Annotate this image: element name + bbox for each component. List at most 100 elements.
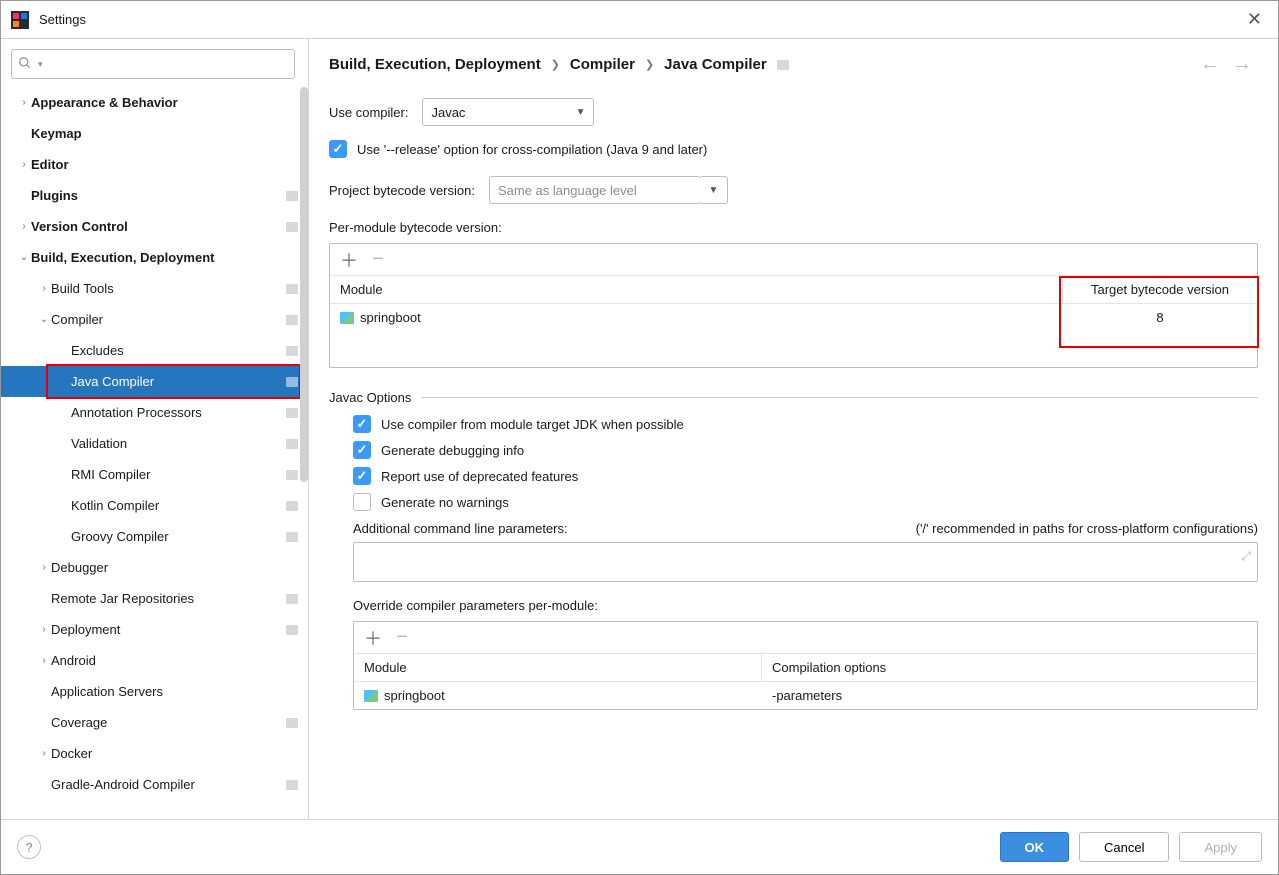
project-badge-icon — [286, 222, 298, 232]
use-compiler-label: Use compiler: — [329, 105, 408, 120]
project-badge-icon — [286, 625, 298, 635]
javac-options-title: Javac Options — [329, 390, 411, 405]
breadcrumb: Build, Execution, Deployment ❯ Compiler … — [309, 39, 1278, 86]
tree-item-keymap[interactable]: Keymap — [1, 118, 308, 149]
project-badge-icon — [286, 780, 298, 790]
tree-item-validation[interactable]: Validation — [1, 428, 308, 459]
tree-item-android[interactable]: ›Android — [1, 645, 308, 676]
tree-item-kotlin-compiler[interactable]: Kotlin Compiler — [1, 490, 308, 521]
tree-item-gradle-android-compiler[interactable]: Gradle-Android Compiler — [1, 769, 308, 800]
th-target: Target bytecode version — [1063, 276, 1257, 303]
chevron-right-icon: ❯ — [645, 58, 654, 71]
release-option-checkbox[interactable] — [329, 140, 347, 158]
tree-item-debugger[interactable]: ›Debugger — [1, 552, 308, 583]
crumb-1[interactable]: Compiler — [570, 56, 635, 73]
th-module: Module — [354, 654, 762, 681]
tree-item-compiler[interactable]: ⌄Compiler — [1, 304, 308, 335]
tree-item-remote-jar-repositories[interactable]: Remote Jar Repositories — [1, 583, 308, 614]
tree-item-rmi-compiler[interactable]: RMI Compiler — [1, 459, 308, 490]
chevron-down-icon: ▼ — [709, 185, 719, 196]
crumb-0[interactable]: Build, Execution, Deployment — [329, 56, 541, 73]
project-bytecode-select[interactable]: Same as language level — [489, 176, 701, 204]
project-badge-icon — [286, 594, 298, 604]
tree-item-application-servers[interactable]: Application Servers — [1, 676, 308, 707]
project-badge-icon — [286, 501, 298, 511]
project-badge-icon — [286, 284, 298, 294]
module-icon — [364, 690, 378, 702]
chevron-right-icon: › — [17, 159, 31, 170]
tree-item-groovy-compiler[interactable]: Groovy Compiler — [1, 521, 308, 552]
project-badge-icon — [286, 718, 298, 728]
tree-item-build-tools[interactable]: ›Build Tools — [1, 273, 308, 304]
cancel-button[interactable]: Cancel — [1079, 832, 1169, 862]
tree-item-build-execution-deployment[interactable]: ⌄Build, Execution, Deployment — [1, 242, 308, 273]
tree-item-java-compiler[interactable]: Java Compiler — [1, 366, 308, 397]
release-option-label: Use '--release' option for cross-compila… — [357, 142, 707, 157]
per-module-table: ＋ − Module Target bytecode version sprin… — [329, 243, 1258, 368]
chevron-right-icon: › — [37, 562, 51, 573]
project-badge-icon — [286, 408, 298, 418]
override-label: Override compiler parameters per-module: — [353, 598, 1258, 613]
chevron-right-icon: › — [37, 624, 51, 635]
forward-arrow-icon[interactable]: → — [1226, 53, 1258, 76]
scrollbar[interactable] — [300, 87, 308, 482]
opt-debug-checkbox[interactable] — [353, 441, 371, 459]
chevron-right-icon: › — [17, 221, 31, 232]
back-arrow-icon[interactable]: ← — [1194, 53, 1226, 76]
additional-params-input[interactable]: ⤢ — [353, 542, 1258, 582]
chevron-down-icon: ⌄ — [17, 252, 31, 263]
close-icon[interactable]: ✕ — [1241, 9, 1268, 30]
crumb-2: Java Compiler — [664, 56, 767, 73]
apply-button[interactable]: Apply — [1179, 832, 1262, 862]
tree-item-docker[interactable]: ›Docker — [1, 738, 308, 769]
tree-item-deployment[interactable]: ›Deployment — [1, 614, 308, 645]
footer: ? OK Cancel Apply — [1, 819, 1278, 874]
remove-button[interactable]: − — [372, 248, 384, 271]
table-row[interactable]: springboot -parameters — [354, 682, 1257, 709]
expand-icon[interactable]: ⤢ — [1241, 549, 1251, 564]
chevron-down-icon: ⌄ — [37, 314, 51, 325]
chevron-right-icon: › — [17, 97, 31, 108]
project-badge-icon — [286, 346, 298, 356]
search-input[interactable]: ▾ — [11, 49, 295, 79]
search-icon — [18, 56, 32, 73]
additional-params-label: Additional command line parameters: — [353, 521, 568, 536]
project-badge-icon — [286, 532, 298, 542]
chevron-right-icon: › — [37, 283, 51, 294]
module-icon — [340, 312, 354, 324]
project-badge-icon — [286, 439, 298, 449]
tree-item-annotation-processors[interactable]: Annotation Processors — [1, 397, 308, 428]
use-compiler-select[interactable]: Javac ▼ — [422, 98, 594, 126]
help-button[interactable]: ? — [17, 835, 41, 859]
ok-button[interactable]: OK — [1000, 832, 1070, 862]
project-bytecode-dropdown[interactable]: ▼ — [700, 176, 728, 204]
additional-params-hint: ('/' recommended in paths for cross-plat… — [916, 521, 1258, 536]
tree-item-appearance-behavior[interactable]: ›Appearance & Behavior — [1, 87, 308, 118]
tree-item-coverage[interactable]: Coverage — [1, 707, 308, 738]
add-button[interactable]: ＋ — [340, 247, 358, 273]
settings-tree: ›Appearance & BehaviorKeymap›EditorPlugi… — [1, 87, 308, 819]
opt-deprecated-checkbox[interactable] — [353, 467, 371, 485]
project-badge-icon — [286, 315, 298, 325]
opt-nowarn-checkbox[interactable] — [353, 493, 371, 511]
project-badge-icon — [777, 60, 789, 70]
chevron-right-icon: › — [37, 655, 51, 666]
chevron-down-icon: ▼ — [576, 107, 586, 118]
sidebar: ▾ ›Appearance & BehaviorKeymap›EditorPlu… — [1, 39, 309, 819]
th-options: Compilation options — [762, 654, 1257, 681]
project-badge-icon — [286, 191, 298, 201]
tree-item-version-control[interactable]: ›Version Control — [1, 211, 308, 242]
tree-item-plugins[interactable]: Plugins — [1, 180, 308, 211]
project-badge-icon — [286, 470, 298, 480]
add-button[interactable]: ＋ — [364, 625, 382, 651]
window-title: Settings — [39, 12, 1241, 27]
table-row[interactable]: springboot 8 — [330, 304, 1257, 331]
override-table: ＋ − Module Compilation options springboo… — [353, 621, 1258, 710]
tree-item-excludes[interactable]: Excludes — [1, 335, 308, 366]
opt-jdk-checkbox[interactable] — [353, 415, 371, 433]
project-badge-icon — [286, 377, 298, 387]
app-icon — [11, 11, 29, 29]
remove-button[interactable]: − — [396, 626, 408, 649]
per-module-label: Per-module bytecode version: — [329, 220, 1258, 235]
tree-item-editor[interactable]: ›Editor — [1, 149, 308, 180]
